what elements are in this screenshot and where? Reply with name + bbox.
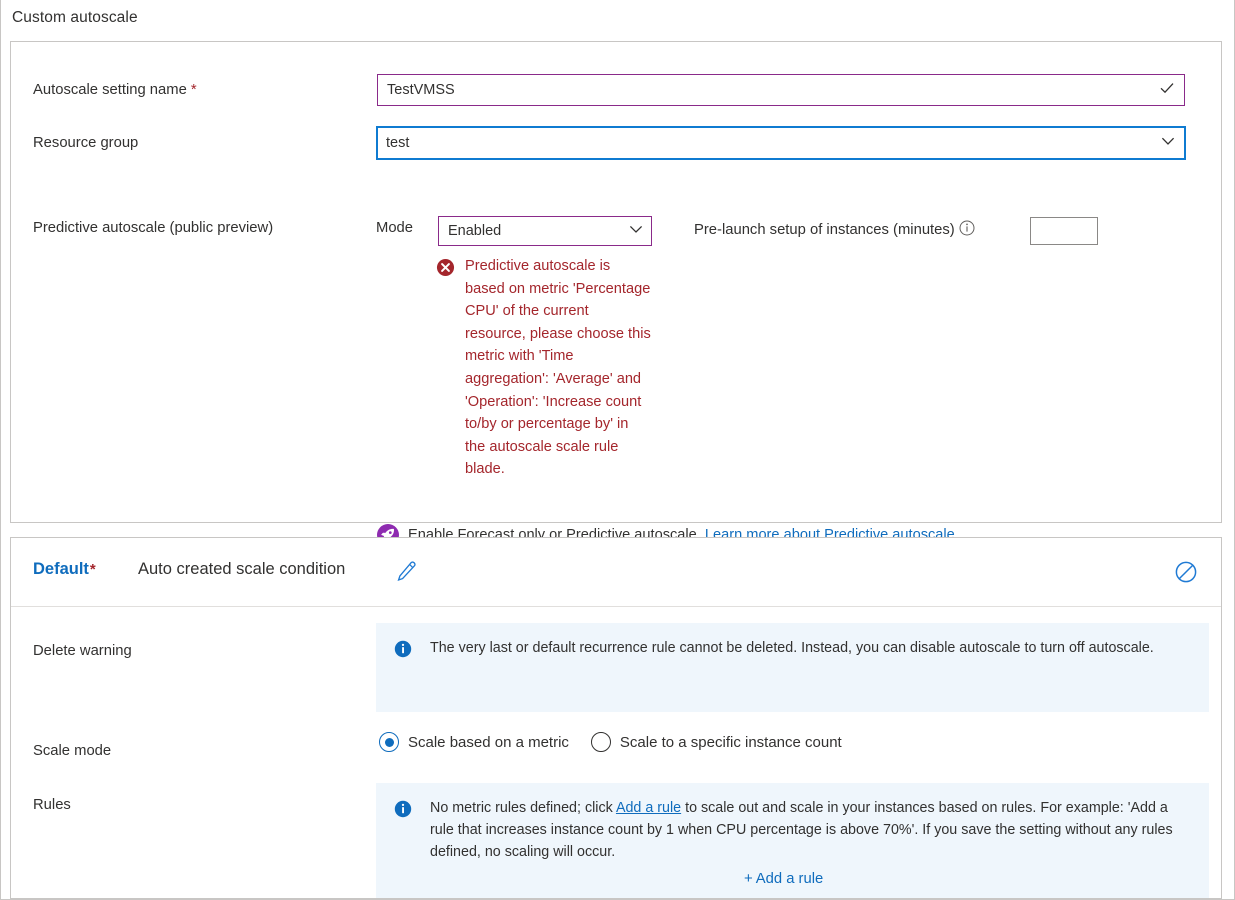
resource-group-label: Resource group — [33, 135, 139, 151]
autoscale-name-input[interactable]: TestVMSS — [377, 74, 1185, 106]
autoscale-name-label: Autoscale setting name * — [33, 82, 197, 98]
page-title: Custom autoscale — [12, 9, 138, 26]
radio-scale-based-on-metric[interactable]: Scale based on a metric — [379, 732, 569, 752]
pencil-icon[interactable] — [395, 560, 417, 582]
error-icon — [436, 258, 455, 277]
scale-condition-header: Default* Auto created scale condition — [11, 538, 1221, 607]
default-scale-condition-panel: Default* Auto created scale condition De… — [10, 537, 1222, 899]
check-icon — [1158, 79, 1176, 101]
prelaunch-label: Pre-launch setup of instances (minutes) — [694, 220, 975, 240]
default-text: Default — [33, 560, 89, 578]
scale-condition-name: Auto created scale condition — [138, 560, 346, 578]
radio-selected-icon — [379, 732, 399, 752]
radio-unselected-icon — [590, 732, 611, 752]
rules-text-part1: No metric rules defined; click — [430, 800, 616, 816]
predictive-autoscale-label: Predictive autoscale (public preview) — [33, 220, 274, 236]
resource-group-select[interactable]: test — [376, 126, 1186, 160]
prelaunch-input[interactable] — [1030, 217, 1098, 245]
scale-mode-radio-group: Scale based on a metric Scale to a speci… — [379, 732, 842, 752]
chevron-down-icon — [1159, 132, 1177, 154]
info-icon[interactable] — [959, 220, 975, 240]
resource-group-value: test — [386, 135, 410, 151]
mode-label: Mode — [376, 220, 414, 236]
add-a-rule-inline-link[interactable]: Add a rule — [616, 800, 681, 816]
disable-icon[interactable] — [1173, 559, 1199, 585]
add-a-rule-button[interactable]: + Add a rule — [744, 868, 823, 890]
plus-icon: + — [744, 870, 753, 887]
delete-warning-infobox: The very last or default recurrence rule… — [376, 623, 1209, 712]
add-a-rule-label: Add a rule — [755, 871, 824, 887]
radio-label: Scale to a specific instance count — [619, 733, 842, 751]
custom-autoscale-page: Custom autoscale Autoscale setting name *… — [0, 0, 1235, 900]
autoscale-name-value: TestVMSS — [387, 82, 455, 98]
rules-infobox: No metric rules defined; click Add a rul… — [376, 783, 1209, 898]
required-asterisk: * — [89, 561, 96, 578]
radio-scale-to-instance-count[interactable]: Scale to a specific instance count — [590, 732, 842, 752]
autoscale-name-label-text: Autoscale setting name — [33, 82, 187, 98]
delete-warning-label: Delete warning — [33, 643, 132, 659]
chevron-down-icon — [627, 220, 645, 242]
radio-label: Scale based on a metric — [408, 733, 569, 751]
rules-empty-text: No metric rules defined; click Add a rul… — [430, 797, 1191, 863]
autoscale-settings-panel: Autoscale setting name * TestVMSS Resourc… — [10, 41, 1222, 546]
predictive-mode-value: Enabled — [448, 223, 502, 239]
scale-mode-label: Scale mode — [33, 743, 112, 759]
info-icon — [394, 800, 412, 818]
prelaunch-label-text: Pre-launch setup of instances (minutes) — [694, 222, 955, 238]
rules-label: Rules — [33, 797, 71, 813]
delete-warning-text: The very last or default recurrence rule… — [430, 640, 1154, 656]
predictive-error-text: Predictive autoscale is based on metric … — [465, 258, 651, 478]
predictive-error-message: Predictive autoscale is based on metric … — [436, 255, 651, 481]
required-asterisk: * — [190, 82, 197, 98]
scale-condition-default-label: Default* — [33, 560, 96, 579]
predictive-mode-select[interactable]: Enabled — [438, 216, 652, 246]
info-icon — [394, 640, 412, 658]
